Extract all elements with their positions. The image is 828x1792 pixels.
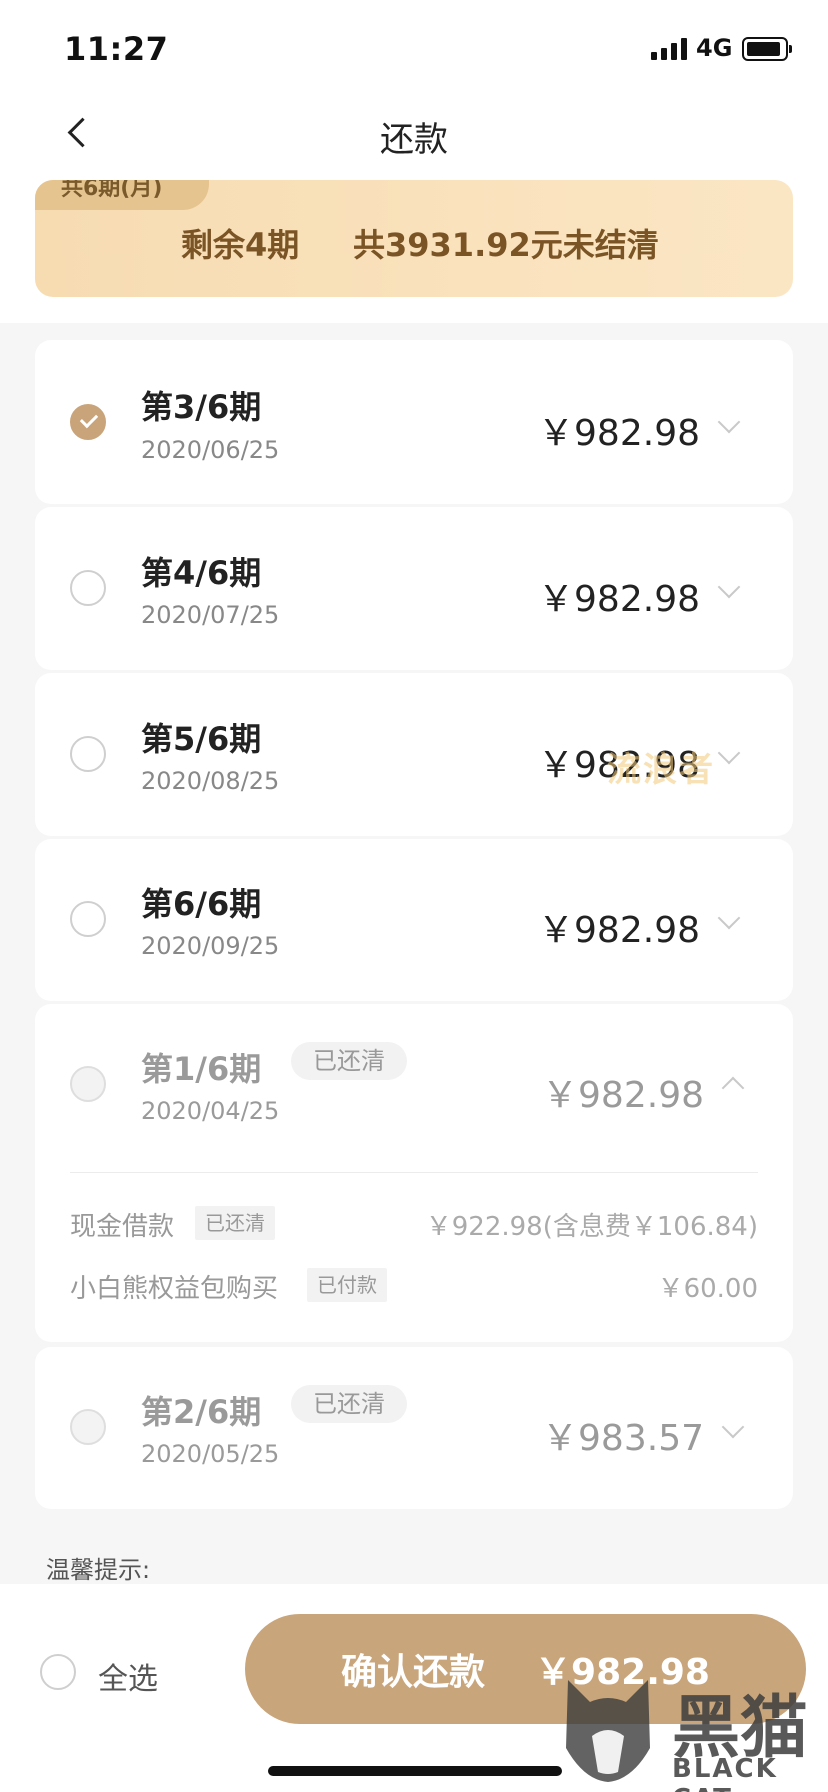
- period-title: 第2/6期: [141, 1393, 262, 1431]
- chevron-down-icon[interactable]: [715, 743, 741, 769]
- chevron-down-icon[interactable]: [715, 577, 741, 603]
- watermark: 流浪者: [607, 750, 715, 790]
- period-date: 2020/08/25: [141, 767, 280, 795]
- detail-value: ￥922.98(含息费￥106.84): [425, 1212, 758, 1242]
- confirm-label: 确认还款: [341, 1652, 486, 1693]
- paid-badge: 已还清: [291, 1385, 407, 1423]
- term-tag: 共6期(月): [35, 180, 209, 210]
- paid-installment-card[interactable]: 第1/6期 已还清 2020/04/25 ￥982.98 现金借款 已还清 ￥9…: [35, 1004, 793, 1342]
- cat-icon: [566, 1680, 650, 1782]
- detail-label: 小白熊权益包购买: [70, 1274, 279, 1304]
- status-time: 11:27: [64, 30, 169, 68]
- period-date: 2020/09/25: [141, 932, 280, 960]
- detail-label: 现金借款: [70, 1212, 175, 1242]
- page-title: 还款: [380, 120, 448, 160]
- home-indicator[interactable]: [268, 1766, 562, 1776]
- detail-status-tag: 已还清: [195, 1206, 275, 1240]
- period-title: 第5/6期: [141, 720, 262, 758]
- radio-icon[interactable]: [70, 901, 106, 937]
- period-date: 2020/04/25: [141, 1097, 280, 1125]
- radio-icon[interactable]: [70, 570, 106, 606]
- paid-installment-card[interactable]: 第2/6期 已还清 2020/05/25 ￥983.57: [35, 1347, 793, 1509]
- tips-label: 温馨提示:: [46, 1556, 151, 1584]
- detail-status-tag: 已付款: [307, 1268, 387, 1302]
- period-title: 第6/6期: [141, 885, 262, 923]
- remaining-periods: 剩余4期: [181, 226, 300, 264]
- detail-value: ￥60.00: [657, 1274, 758, 1304]
- radio-icon[interactable]: [70, 736, 106, 772]
- period-amount: ￥983.57: [542, 1418, 704, 1459]
- outstanding-total: 共3931.92元未结清: [353, 226, 659, 264]
- period-title: 第1/6期: [141, 1050, 262, 1088]
- period-title: 第3/6期: [141, 388, 262, 426]
- period-amount: ￥982.98: [538, 910, 700, 951]
- network-type: 4G: [696, 34, 733, 62]
- period-amount: ￥982.98: [542, 1075, 704, 1116]
- summary-card: 共6期(月) 剩余4期 共3931.92元未结清: [35, 180, 793, 297]
- cellular-signal-icon: [651, 36, 687, 60]
- chevron-down-icon[interactable]: [715, 908, 741, 934]
- paid-badge: 已还清: [291, 1042, 407, 1080]
- period-date: 2020/06/25: [141, 436, 280, 464]
- period-title: 第4/6期: [141, 554, 262, 592]
- checked-radio-icon[interactable]: [70, 404, 106, 440]
- disabled-radio-icon: [70, 1409, 106, 1445]
- logo-text: BLACK CAT: [672, 1754, 778, 1792]
- period-date: 2020/07/25: [141, 601, 280, 629]
- status-bar: 11:27 4G: [0, 0, 828, 96]
- installment-card[interactable]: 第6/6期 2020/09/25 ￥982.98: [35, 839, 793, 1001]
- period-amount: ￥982.98: [538, 579, 700, 620]
- battery-icon: [742, 37, 792, 61]
- chevron-down-icon[interactable]: [715, 412, 741, 438]
- disabled-radio-icon: [70, 1066, 106, 1102]
- select-all-label[interactable]: 全选: [98, 1654, 158, 1698]
- blackcat-logo: 黑猫 BLACK CAT: [556, 1670, 828, 1792]
- nav-bar: 还款: [0, 96, 828, 170]
- chevron-down-icon[interactable]: [719, 1417, 745, 1443]
- chevron-up-icon[interactable]: [719, 1070, 745, 1096]
- period-date: 2020/05/25: [141, 1440, 280, 1468]
- installment-card[interactable]: 第4/6期 2020/07/25 ￥982.98: [35, 507, 793, 670]
- installment-card[interactable]: 第3/6期 2020/06/25 ￥982.98: [35, 340, 793, 504]
- divider: [70, 1172, 758, 1173]
- period-amount: ￥982.98: [538, 413, 700, 454]
- select-all-radio-icon[interactable]: [40, 1654, 76, 1690]
